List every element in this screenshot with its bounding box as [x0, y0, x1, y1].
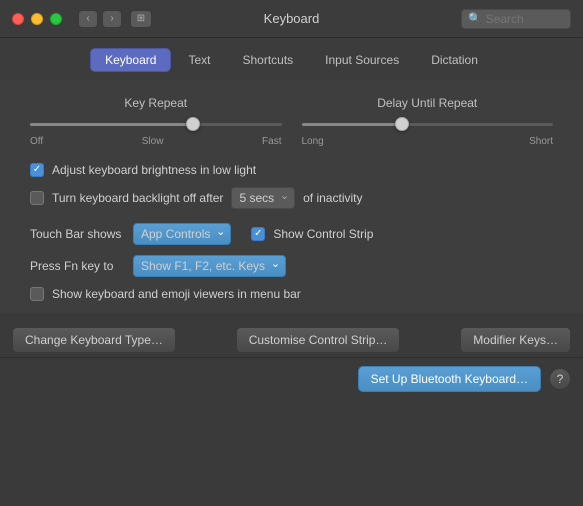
backlight-timeout-dropdown[interactable]: 5 secs — [231, 187, 295, 209]
help-button[interactable]: ? — [549, 368, 571, 390]
minimize-button[interactable] — [31, 13, 43, 25]
grid-button[interactable]: ⊞ — [130, 10, 152, 28]
delay-repeat-fill — [302, 123, 403, 126]
delay-repeat-ticks: Long Short — [302, 136, 554, 147]
show-emoji-row: Show keyboard and emoji viewers in menu … — [30, 287, 553, 301]
touchbar-row: Touch Bar shows App Controls Show Contro… — [30, 223, 553, 245]
back-button[interactable]: ‹ — [78, 10, 98, 28]
window-title: Keyboard — [264, 11, 320, 26]
tick-slow: Slow — [142, 136, 164, 147]
title-bar: ‹ › ⊞ Keyboard 🔍 — [0, 0, 583, 38]
turn-off-backlight-row: Turn keyboard backlight off after 5 secs… — [30, 187, 553, 209]
delay-repeat-track — [302, 123, 554, 126]
sliders-row: Key Repeat Off Slow Fast Delay Until Rep… — [30, 96, 553, 147]
key-repeat-track — [30, 123, 282, 126]
press-fn-label: Press Fn key to — [30, 259, 125, 273]
key-repeat-label: Key Repeat — [124, 96, 187, 110]
forward-button[interactable]: › — [102, 10, 122, 28]
tab-text[interactable]: Text — [173, 48, 225, 72]
tab-dictation[interactable]: Dictation — [416, 48, 493, 72]
tab-shortcuts[interactable]: Shortcuts — [227, 48, 308, 72]
modifier-keys-button[interactable]: Modifier Keys… — [460, 327, 571, 353]
show-control-strip-checkbox[interactable] — [251, 227, 265, 241]
customise-control-strip-button[interactable]: Customise Control Strip… — [236, 327, 401, 353]
tick-short: Short — [529, 136, 553, 147]
show-emoji-label: Show keyboard and emoji viewers in menu … — [52, 287, 301, 301]
adjust-brightness-label: Adjust keyboard brightness in low light — [52, 163, 256, 177]
key-repeat-fill — [30, 123, 193, 126]
tab-input-sources[interactable]: Input Sources — [310, 48, 414, 72]
traffic-lights — [12, 13, 62, 25]
change-keyboard-button[interactable]: Change Keyboard Type… — [12, 327, 176, 353]
search-box[interactable]: 🔍 — [461, 9, 571, 29]
adjust-brightness-checkbox[interactable] — [30, 163, 44, 177]
footer: Set Up Bluetooth Keyboard… ? — [0, 357, 583, 400]
touchbar-dropdown[interactable]: App Controls — [133, 223, 231, 245]
key-repeat-slider-group: Key Repeat Off Slow Fast — [30, 96, 282, 147]
main-content: Key Repeat Off Slow Fast Delay Until Rep… — [0, 80, 583, 313]
search-icon: 🔍 — [468, 12, 482, 25]
turn-off-backlight-checkbox[interactable] — [30, 191, 44, 205]
options-section: Adjust keyboard brightness in low light … — [30, 163, 553, 209]
bottom-buttons-bar: Change Keyboard Type… Customise Control … — [0, 313, 583, 357]
delay-repeat-label: Delay Until Repeat — [377, 96, 477, 110]
close-button[interactable] — [12, 13, 24, 25]
delay-repeat-thumb[interactable] — [395, 117, 409, 131]
key-repeat-track-container[interactable] — [30, 116, 282, 132]
tick-fast: Fast — [262, 136, 281, 147]
tab-keyboard[interactable]: Keyboard — [90, 48, 171, 72]
turn-off-backlight-label: Turn keyboard backlight off after — [52, 191, 223, 205]
touchbar-label: Touch Bar shows — [30, 227, 125, 241]
tick-long: Long — [302, 136, 324, 147]
adjust-brightness-row: Adjust keyboard brightness in low light — [30, 163, 553, 177]
key-repeat-ticks: Off Slow Fast — [30, 136, 282, 147]
press-fn-dropdown[interactable]: Show F1, F2, etc. Keys — [133, 255, 286, 277]
show-emoji-checkbox[interactable] — [30, 287, 44, 301]
maximize-button[interactable] — [50, 13, 62, 25]
key-repeat-thumb[interactable] — [186, 117, 200, 131]
setup-bluetooth-button[interactable]: Set Up Bluetooth Keyboard… — [358, 366, 541, 392]
nav-buttons: ‹ › — [78, 10, 122, 28]
tick-off: Off — [30, 136, 43, 147]
show-control-strip-label: Show Control Strip — [273, 227, 373, 241]
press-fn-row: Press Fn key to Show F1, F2, etc. Keys — [30, 255, 553, 277]
inactivity-label: of inactivity — [303, 191, 362, 205]
delay-repeat-track-container[interactable] — [302, 116, 554, 132]
tab-bar: Keyboard Text Shortcuts Input Sources Di… — [0, 38, 583, 80]
search-input[interactable] — [486, 12, 566, 26]
delay-repeat-slider-group: Delay Until Repeat Long Short — [302, 96, 554, 147]
